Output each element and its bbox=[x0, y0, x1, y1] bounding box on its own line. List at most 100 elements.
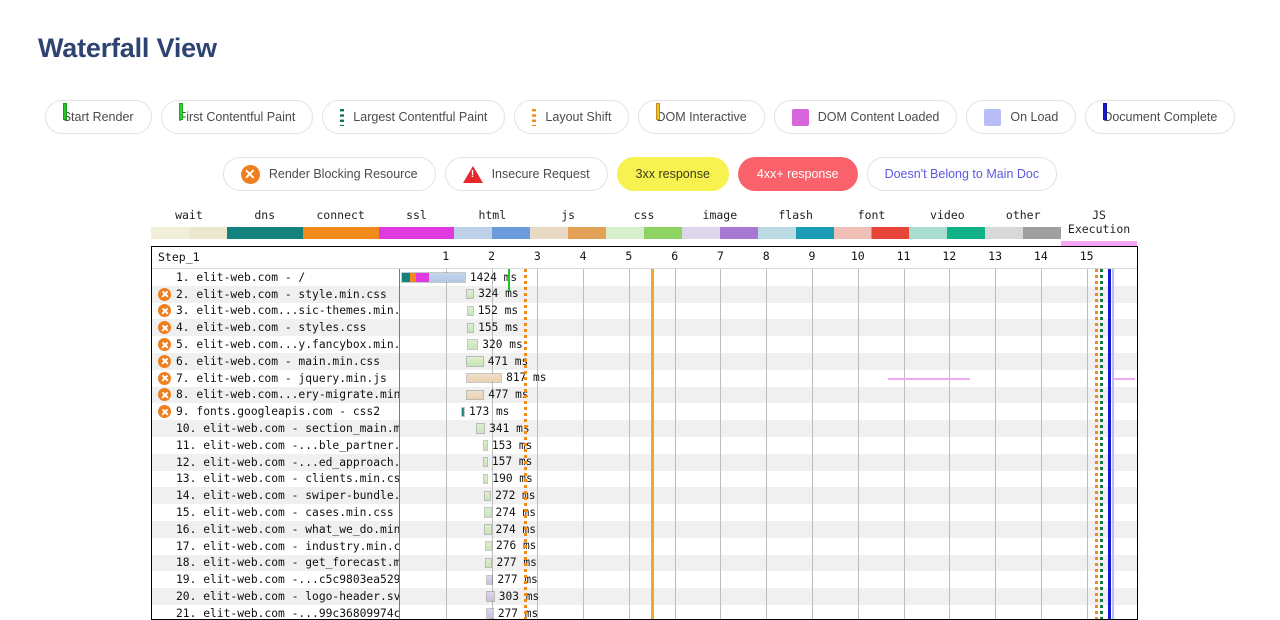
request-bar[interactable] bbox=[466, 339, 479, 350]
table-row[interactable]: 155 ms 4. elit-web.com - styles.css bbox=[152, 319, 1137, 337]
request-bar[interactable] bbox=[483, 440, 488, 451]
legend-pill-layout-shift[interactable]: Layout Shift bbox=[514, 100, 630, 134]
resource-type-swatch bbox=[985, 227, 1062, 239]
request-name-cell[interactable]: 1. elit-web.com - / bbox=[152, 269, 399, 286]
table-row[interactable]: 320 ms 5. elit-web.com...y.fancybox.min.c… bbox=[152, 336, 1137, 353]
request-bar[interactable] bbox=[484, 524, 492, 535]
table-row[interactable]: 324 ms 2. elit-web.com - style.min.css bbox=[152, 285, 1137, 303]
request-name-cell[interactable]: 20. elit-web.com - logo-header.svg bbox=[152, 588, 399, 605]
x-circle-icon[interactable] bbox=[158, 338, 171, 352]
legend-pill-render-blocking-resource[interactable]: Render Blocking Resource bbox=[222, 157, 436, 191]
request-bar[interactable] bbox=[486, 608, 494, 619]
request-bar[interactable] bbox=[484, 507, 492, 518]
request-name-cell[interactable]: 3. elit-web.com...sic-themes.min.css bbox=[152, 303, 399, 320]
gridline bbox=[537, 504, 539, 521]
request-name-cell[interactable]: 18. elit-web.com - get_forecast.min.css bbox=[152, 555, 399, 572]
table-row[interactable]: 272 ms 14. elit-web.com - swiper-bundle.c… bbox=[152, 487, 1137, 505]
request-bar[interactable] bbox=[483, 456, 488, 468]
request-name-label: 19. elit-web.com -...c5c9803ea5293d7.svg bbox=[176, 573, 399, 587]
request-name-cell[interactable]: 12. elit-web.com -...ed_approach.min.css bbox=[152, 454, 399, 471]
request-bar[interactable] bbox=[483, 490, 492, 501]
request-bar[interactable] bbox=[466, 389, 485, 401]
gridline bbox=[903, 336, 905, 353]
x-circle-icon[interactable] bbox=[158, 405, 171, 419]
request-bar[interactable] bbox=[475, 423, 486, 434]
request-name-cell[interactable]: 21. elit-web.com -...99c36809974c21f.svg bbox=[152, 605, 399, 619]
request-name-cell[interactable]: 16. elit-web.com - what_we_do.min.css bbox=[152, 521, 399, 538]
x-circle-icon[interactable] bbox=[158, 287, 171, 301]
table-row[interactable]: 274 ms 16. elit-web.com - what_we_do.min.… bbox=[152, 520, 1137, 538]
request-bar[interactable] bbox=[484, 540, 492, 552]
axis-tick-3: 3 bbox=[533, 249, 541, 263]
legend-pill-start-render[interactable]: Start Render bbox=[44, 100, 152, 134]
legend-pill-first-contentful-paint[interactable]: First Contentful Paint bbox=[160, 100, 314, 134]
legend-pill-3xx-response[interactable]: 3xx response bbox=[616, 157, 729, 191]
legend-pill-insecure-request[interactable]: Insecure Request bbox=[444, 157, 608, 191]
request-name-cell[interactable]: 15. elit-web.com - cases.min.css bbox=[152, 504, 399, 521]
x-circle-icon[interactable] bbox=[158, 304, 171, 318]
request-name-cell[interactable]: 2. elit-web.com - style.min.css bbox=[152, 286, 399, 303]
request-name-cell[interactable]: 14. elit-web.com - swiper-bundle.css bbox=[152, 487, 399, 504]
table-row[interactable]: 173 ms 9. fonts.googleapis.com - css2 bbox=[152, 403, 1137, 421]
table-row[interactable]: 303 ms 20. elit-web.com - logo-header.svg bbox=[152, 588, 1137, 605]
legend-pill-label: Render Blocking Resource bbox=[268, 167, 418, 181]
table-row[interactable]: 1424 ms 1. elit-web.com - / bbox=[152, 269, 1137, 286]
table-row[interactable]: 277 ms 21. elit-web.com -...99c36809974c2… bbox=[152, 604, 1137, 619]
request-bar[interactable] bbox=[466, 356, 484, 367]
request-bar[interactable] bbox=[486, 591, 495, 602]
table-row[interactable]: 277 ms 18. elit-web.com - get_forecast.mi… bbox=[152, 554, 1137, 572]
x-circle-icon[interactable] bbox=[158, 371, 171, 385]
column-separator bbox=[399, 285, 400, 303]
request-bar[interactable] bbox=[485, 574, 494, 585]
request-name-cell[interactable]: 11. elit-web.com -...ble_partner.min.css bbox=[152, 437, 399, 454]
request-name-cell[interactable]: 7. elit-web.com - jquery.min.js bbox=[152, 370, 399, 387]
request-bar[interactable] bbox=[466, 305, 474, 317]
table-row[interactable]: 341 ms 10. elit-web.com - section_main.mi… bbox=[152, 420, 1137, 437]
dom-content-loaded-marker-icon bbox=[791, 108, 809, 126]
request-name-cell[interactable]: 9. fonts.googleapis.com - css2 bbox=[152, 403, 399, 420]
legend-pill-4xx-response[interactable]: 4xx+ response bbox=[737, 157, 858, 191]
legend-pill-document-complete[interactable]: Document Complete bbox=[1085, 100, 1236, 134]
table-row[interactable]: 817 ms 7. elit-web.com - jquery.min.js bbox=[152, 369, 1137, 387]
table-row[interactable]: 277 ms 19. elit-web.com -...c5c9803ea5293… bbox=[152, 571, 1137, 589]
request-bar[interactable] bbox=[460, 406, 465, 417]
table-row[interactable]: 477 ms 8. elit-web.com...ery-migrate.min.… bbox=[152, 386, 1137, 404]
gridline bbox=[995, 470, 997, 488]
start-render-marker-icon bbox=[62, 103, 67, 121]
legend-pill-doesnt-belong-to-main-doc[interactable]: Doesn't Belong to Main Doc bbox=[866, 157, 1058, 191]
table-row[interactable]: 153 ms 11. elit-web.com -...ble_partner.m… bbox=[152, 436, 1137, 454]
request-bar[interactable] bbox=[467, 322, 475, 333]
request-name-cell[interactable]: 5. elit-web.com...y.fancybox.min.css bbox=[152, 336, 399, 353]
table-row[interactable]: 157 ms 12. elit-web.com -...ed_approach.m… bbox=[152, 453, 1137, 471]
gridline bbox=[1086, 487, 1088, 505]
table-row[interactable]: 190 ms 13. elit-web.com - clients.min.css bbox=[152, 470, 1137, 488]
x-circle-icon[interactable] bbox=[158, 388, 171, 402]
table-row[interactable]: 276 ms 17. elit-web.com - industry.min.cs… bbox=[152, 537, 1137, 555]
x-circle-icon[interactable] bbox=[158, 354, 171, 368]
request-bar[interactable] bbox=[485, 557, 493, 569]
table-row[interactable]: 274 ms 15. elit-web.com - cases.min.css bbox=[152, 504, 1137, 521]
table-row[interactable]: 471 ms 6. elit-web.com - main.min.css bbox=[152, 352, 1137, 370]
request-bar[interactable] bbox=[400, 272, 466, 283]
resource-type-label: flash bbox=[778, 208, 813, 222]
gridline bbox=[766, 319, 768, 337]
request-name-cell[interactable]: 8. elit-web.com...ery-migrate.min.js bbox=[152, 387, 399, 404]
legend-pill-largest-contentful-paint[interactable]: Largest Contentful Paint bbox=[322, 100, 506, 134]
gridline bbox=[766, 302, 768, 320]
request-name-cell[interactable]: 10. elit-web.com - section_main.min.css bbox=[152, 420, 399, 437]
request-name-cell[interactable]: 4. elit-web.com - styles.css bbox=[152, 319, 399, 336]
request-name-cell[interactable]: 19. elit-web.com -...c5c9803ea5293d7.svg bbox=[152, 571, 399, 588]
request-name-cell[interactable]: 13. elit-web.com - clients.min.css bbox=[152, 471, 399, 488]
request-name-label: 18. elit-web.com - get_forecast.min.css bbox=[176, 556, 399, 570]
x-circle-icon[interactable] bbox=[158, 321, 171, 335]
table-row[interactable]: 152 ms 3. elit-web.com...sic-themes.min.c… bbox=[152, 302, 1137, 320]
request-name-cell[interactable]: 17. elit-web.com - industry.min.css bbox=[152, 538, 399, 555]
gridline bbox=[949, 571, 951, 589]
legend-pill-dom-content-loaded[interactable]: DOM Content Loaded bbox=[773, 100, 958, 134]
request-bar[interactable] bbox=[482, 473, 489, 485]
request-bar[interactable] bbox=[465, 372, 503, 384]
legend-pill-dom-interactive[interactable]: DOM Interactive bbox=[638, 100, 765, 134]
request-name-cell[interactable]: 6. elit-web.com - main.min.css bbox=[152, 353, 399, 370]
legend-pill-on-load[interactable]: On Load bbox=[966, 100, 1077, 134]
request-bar[interactable] bbox=[465, 288, 475, 300]
